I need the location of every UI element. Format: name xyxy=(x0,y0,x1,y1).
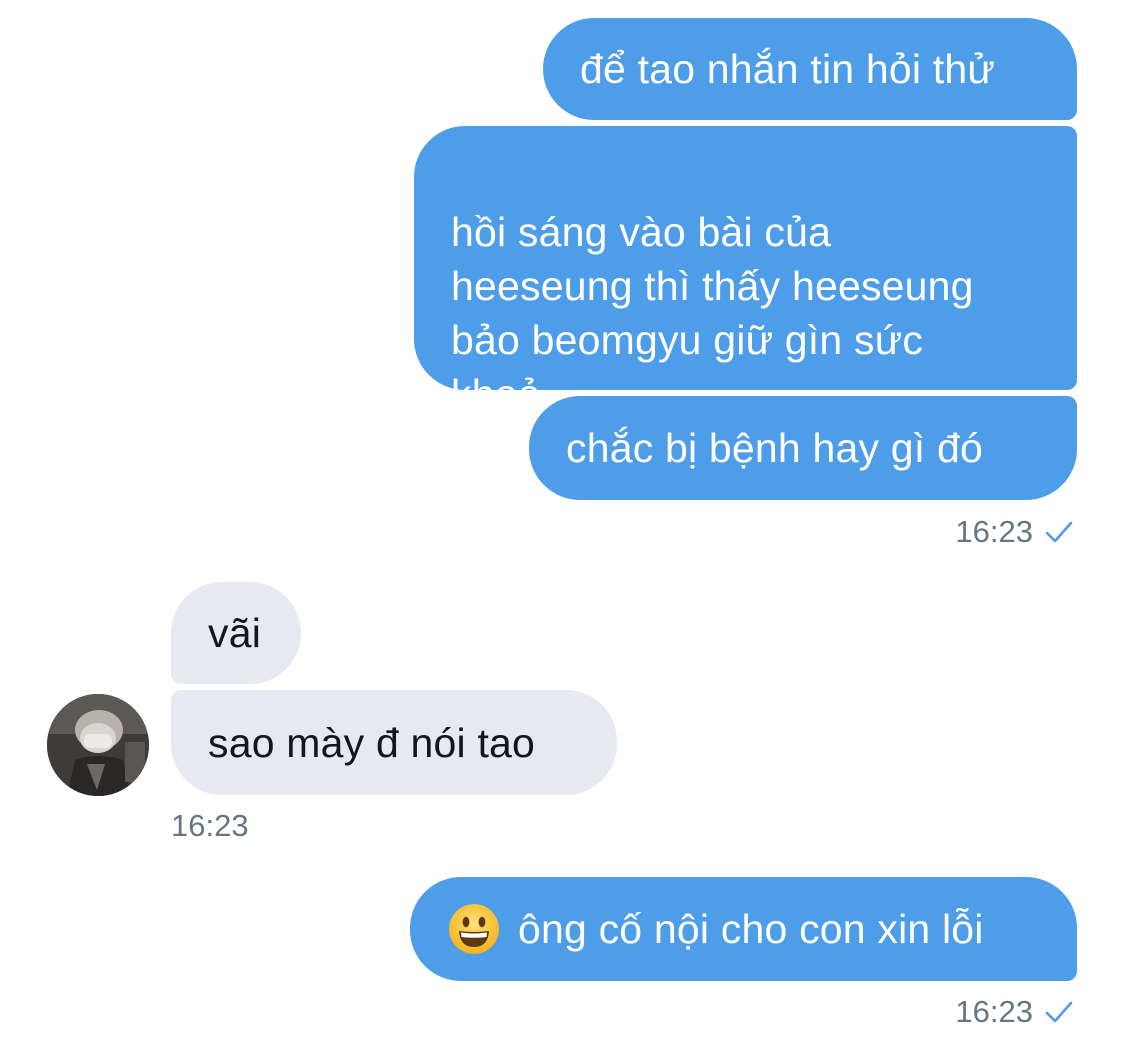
message-text: để tao nhắn tin hỏi thử xyxy=(580,46,996,92)
outgoing-message-bubble[interactable]: ông cố nội cho con xin lỗi xyxy=(410,877,1077,981)
dm-conversation: { "messages": { "m1": { "text": "để tao … xyxy=(0,0,1125,1063)
user-avatar-photo xyxy=(47,694,149,796)
message-text: chắc bị bệnh hay gì đó xyxy=(566,425,983,471)
checkmark-icon xyxy=(1045,1001,1073,1023)
message-text: hồi sáng vào bài của heeseung thì thấy h… xyxy=(451,209,974,417)
message-text: ông cố nội cho con xin lỗi xyxy=(518,906,984,952)
outgoing-message-bubble[interactable]: chắc bị bệnh hay gì đó xyxy=(529,396,1077,500)
incoming-message-bubble[interactable]: vãi xyxy=(171,582,301,684)
timestamp: 16:23 xyxy=(955,994,1033,1029)
timestamp: 16:23 xyxy=(955,514,1033,549)
message-text: sao mày đ nói tao xyxy=(208,719,536,766)
outgoing-message-bubble[interactable]: hồi sáng vào bài của heeseung thì thấy h… xyxy=(414,126,1077,417)
message-text: vãi xyxy=(208,610,262,656)
grinning-face-icon xyxy=(449,904,499,954)
outgoing-message-bubble[interactable]: để tao nhắn tin hỏi thử xyxy=(543,18,1077,120)
incoming-message-bubble[interactable]: sao mày đ nói tao xyxy=(171,690,617,795)
timestamp: 16:23 xyxy=(171,808,249,843)
checkmark-icon xyxy=(1045,521,1073,543)
message-timestamp-row: 16:23 xyxy=(955,994,1073,1030)
message-timestamp-row: 16:23 xyxy=(955,514,1073,550)
message-timestamp-row: 16:23 xyxy=(171,808,249,844)
avatar[interactable] xyxy=(47,694,149,796)
